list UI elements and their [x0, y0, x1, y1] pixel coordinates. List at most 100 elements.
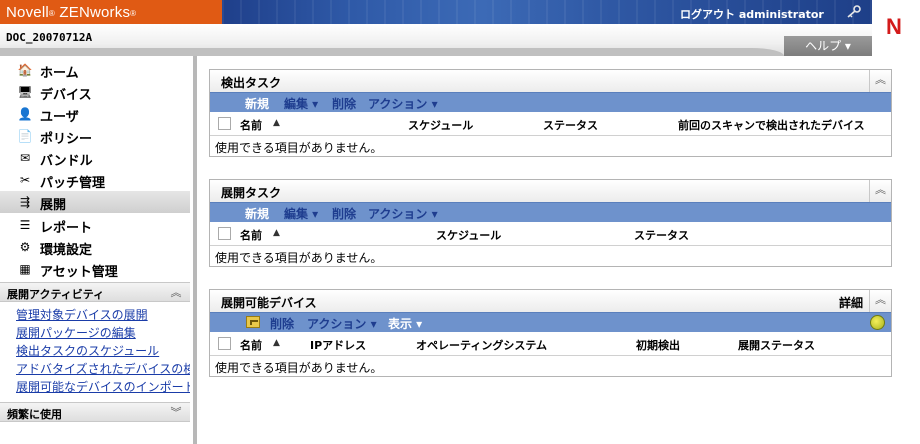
policy-icon: 📄 [17, 129, 33, 143]
collapse-up-icon[interactable]: ︽ [869, 70, 891, 92]
nav-item-label: レポート [40, 221, 93, 236]
activity-link[interactable]: 管理対象デバイスの展開 [16, 306, 190, 322]
refresh-icon[interactable] [870, 315, 885, 330]
nav-item-label: ポリシー [40, 132, 93, 147]
empty-message-row: 使用できる項目がありません。 [210, 356, 891, 376]
column-schedule[interactable]: スケジュール [436, 227, 501, 243]
action-menu-button[interactable]: アクション ▾ [368, 95, 438, 112]
nav-item-label: ユーザ [40, 110, 79, 125]
table-header: 名前 ▲ スケジュール ステータス 前回のスキャンで検出されたデバイス [210, 112, 891, 136]
monitor-icon: 🖥 [17, 85, 33, 99]
activity-link[interactable]: アドバタイズされたデバイスの検 [16, 360, 190, 376]
bundle-icon: ✉ [19, 151, 31, 165]
product-name: ZENworks [59, 4, 131, 21]
frequent-section-header: 頻繁に使用 ︾ [0, 402, 190, 422]
column-operating-system[interactable]: オペレーティングシステム [416, 337, 547, 353]
nav-item-asset-management[interactable]: ▦ アセット管理 [0, 258, 190, 280]
column-name[interactable]: 名前 [240, 337, 262, 353]
home-icon: 🏠 [17, 63, 33, 77]
nav-item-users[interactable]: 👤 ユーザ [0, 103, 190, 125]
column-schedule[interactable]: スケジュール [408, 117, 473, 133]
activity-link[interactable]: 展開パッケージの編集 [16, 324, 190, 340]
select-all-checkbox[interactable] [218, 117, 231, 130]
column-last-scan-devices[interactable]: 前回のスキャンで検出されたデバイス [678, 117, 865, 133]
discovery-tasks-panel: 検出タスク ︽ 新規 編集 ▾ 削除 アクション ▾ 名前 ▲ スケジュール ス… [209, 69, 892, 157]
nav-item-reports[interactable]: ☰ レポート [0, 214, 190, 236]
nav-item-bundles[interactable]: ✉ バンドル [0, 147, 190, 169]
nav-item-label: デバイス [40, 88, 92, 103]
deployment-tasks-panel: 展開タスク ︽ 新規 編集 ▾ 削除 アクション ▾ 名前 ▲ スケジュール ス… [209, 179, 892, 267]
patch-icon: ✂ [19, 173, 31, 187]
collapse-up-icon[interactable]: ︽ [869, 290, 891, 312]
nav-item-policies[interactable]: 📄 ポリシー [0, 125, 190, 147]
nav-item-home[interactable]: 🏠 ホーム [0, 59, 190, 81]
brand-name: Novell [6, 4, 49, 21]
delete-button[interactable]: 削除 [332, 95, 356, 112]
move-to-folder-icon[interactable] [246, 316, 260, 328]
panel-toolbar: 新規 編集 ▾ 削除 アクション ▾ [210, 202, 891, 222]
column-name[interactable]: 名前 [240, 227, 262, 243]
column-name[interactable]: 名前 [240, 117, 262, 133]
column-status[interactable]: ステータス [634, 227, 689, 243]
collapse-up-icon[interactable]: ︽ [869, 180, 891, 202]
nav-item-deployment[interactable]: ⇶ 展開 [0, 191, 190, 213]
sub-header: DOC_20070712A ヘルプ ▾ [0, 24, 872, 56]
panel-toolbar: 削除 アクション ▾ 表示 ▾ [210, 312, 891, 332]
empty-message: 使用できる項目がありません。 [215, 141, 383, 155]
action-menu-button[interactable]: アクション ▾ [307, 315, 377, 332]
nav-item-devices[interactable]: 🖥 デバイス [0, 81, 190, 103]
activities-section-header: 展開アクティビティ ︽ [0, 282, 190, 302]
section-title: 展開アクティビティ [7, 288, 105, 301]
sort-ascending-icon[interactable]: ▲ [273, 338, 280, 348]
user-icon: 👤 [17, 107, 33, 121]
collapse-up-icon[interactable]: ︽ [168, 284, 184, 300]
delete-button[interactable]: 削除 [270, 315, 294, 332]
brand-mark: ® [48, 9, 55, 18]
column-deploy-status[interactable]: 展開ステータス [738, 337, 815, 353]
view-menu-button[interactable]: 表示 ▾ [388, 315, 422, 332]
empty-message-row: 使用できる項目がありません。 [210, 246, 891, 266]
select-all-checkbox[interactable] [218, 227, 231, 240]
activity-link[interactable]: 展開可能なデバイスのインポート [16, 378, 190, 394]
sort-ascending-icon[interactable]: ▲ [273, 228, 280, 238]
panel-toolbar: 新規 編集 ▾ 削除 アクション ▾ [210, 92, 891, 112]
left-nav-divider [193, 56, 197, 444]
product-logo: Novell® ZENworks® [6, 4, 136, 21]
panel-title: 展開可能デバイス [221, 296, 317, 310]
deployable-devices-panel: 展開可能デバイス 詳細 ︽ 削除 アクション ▾ 表示 ▾ 名前 ▲ IPアドレ… [209, 289, 892, 377]
table-header: 名前 ▲ IPアドレス オペレーティングシステム 初期検出 展開ステータス [210, 332, 891, 356]
edit-menu-button[interactable]: 編集 ▾ [284, 205, 318, 222]
delete-button[interactable]: 削除 [332, 205, 356, 222]
sort-ascending-icon[interactable]: ▲ [273, 118, 280, 128]
column-ip-address[interactable]: IPアドレス [310, 337, 366, 353]
nav-item-label: 展開 [40, 198, 67, 213]
details-link[interactable]: 詳細 [839, 294, 863, 311]
product-mark: ® [130, 9, 137, 18]
nav-item-label: 環境設定 [40, 243, 93, 258]
asset-icon: ▦ [19, 262, 31, 276]
section-title: 頻繁に使用 [7, 408, 62, 421]
nav-item-patch-management[interactable]: ✂ パッチ管理 [0, 169, 190, 191]
brand-bar: Novell® ZENworks® [0, 0, 222, 24]
nav-item-configuration[interactable]: ⚙ 環境設定 [0, 236, 190, 258]
deploy-icon: ⇶ [19, 195, 31, 209]
new-button[interactable]: 新規 [245, 95, 269, 112]
nav-item-label: パッチ管理 [40, 176, 106, 191]
select-all-checkbox[interactable] [218, 337, 231, 350]
key-icon[interactable] [846, 4, 862, 18]
empty-message-row: 使用できる項目がありません。 [210, 136, 891, 156]
activity-link[interactable]: 検出タスクのスケジュール [16, 342, 190, 358]
column-status[interactable]: ステータス [543, 117, 598, 133]
empty-message: 使用できる項目がありません。 [215, 361, 383, 375]
logout-link[interactable]: ログアウト administrator [680, 6, 824, 22]
help-menu-button[interactable]: ヘルプ ▾ [784, 36, 872, 56]
nav-item-label: バンドル [40, 154, 93, 169]
new-button[interactable]: 新規 [245, 205, 269, 222]
expand-down-icon[interactable]: ︾ [168, 404, 184, 420]
nav-item-label: ホーム [40, 66, 79, 81]
panel-title: 展開タスク [221, 186, 282, 200]
edit-menu-button[interactable]: 編集 ▾ [284, 95, 318, 112]
column-first-found[interactable]: 初期検出 [636, 337, 680, 353]
novell-n-logo: N [886, 14, 902, 39]
action-menu-button[interactable]: アクション ▾ [368, 205, 438, 222]
